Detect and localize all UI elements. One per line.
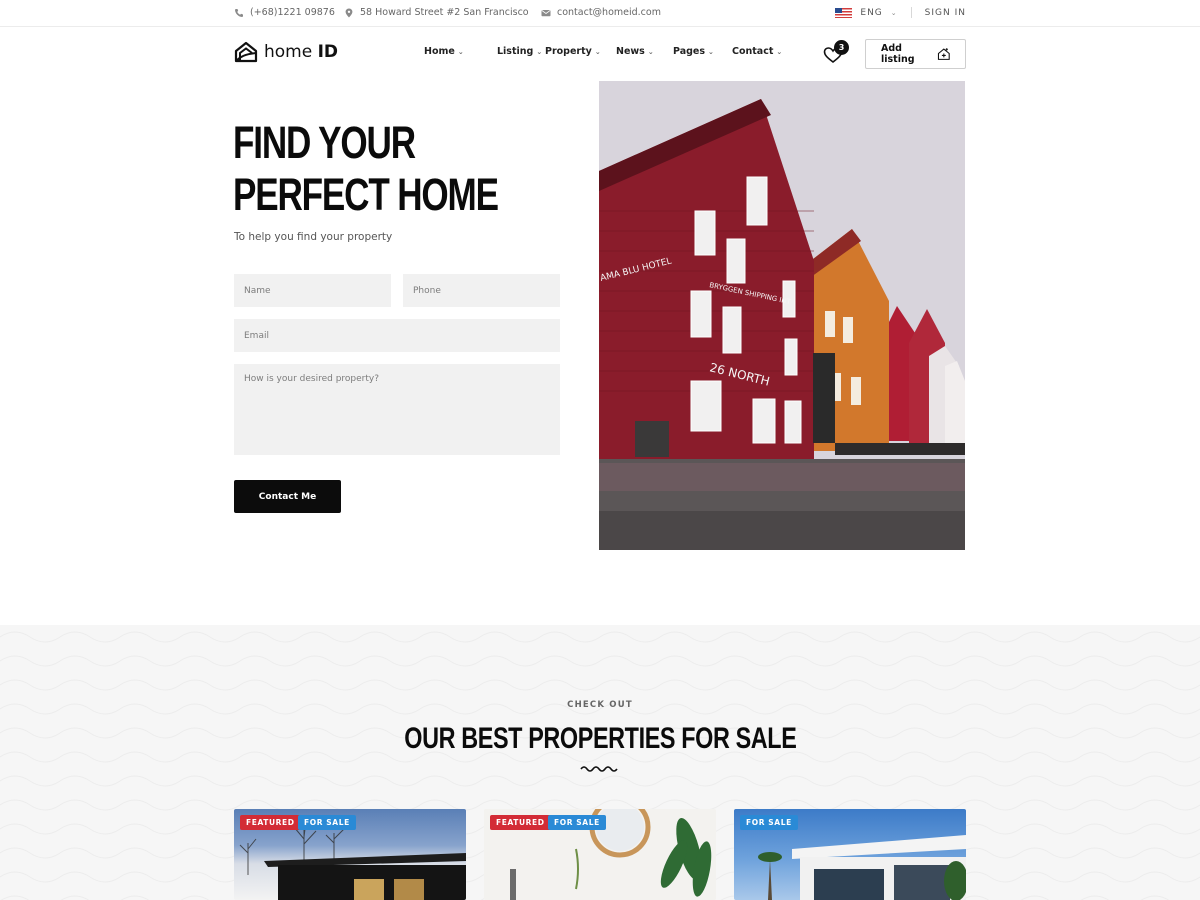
phone-field[interactable] (403, 274, 560, 307)
hero-photo: AMA BLU HOTEL BRYGGEN SHIPPING INT 26 NO… (599, 81, 965, 550)
nav-label: Listing (497, 46, 534, 57)
nav-item-news[interactable]: News ⌄ (616, 46, 673, 57)
chevron-down-icon: ⌄ (776, 47, 783, 56)
featured-tag: FEATURED (240, 815, 301, 830)
nav-item-listing[interactable]: Listing ⌄ (497, 46, 545, 57)
hero-title-line-2: PERFECT HOME (233, 169, 499, 220)
add-home-icon (938, 48, 951, 60)
sign-in-link[interactable]: SIGN IN (925, 8, 966, 18)
property-card[interactable]: FOR SALE (734, 809, 966, 900)
nav-label: News (616, 46, 645, 57)
for-sale-tag: FOR SALE (740, 815, 798, 830)
chevron-down-icon: ⌄ (647, 47, 654, 56)
chevron-down-icon: ⌄ (457, 47, 464, 56)
nav-menu: Home ⌄ Listing ⌄ Property ⌄ News ⌄ Pages ⌄ Co… (424, 46, 782, 57)
add-listing-button[interactable]: Add listing (865, 39, 966, 69)
hero-title: FIND YOUR PERFECT HOME (233, 117, 499, 221)
hero-photo-illustration: AMA BLU HOTEL BRYGGEN SHIPPING INT 26 NO… (599, 81, 965, 550)
envelope-icon (541, 9, 551, 16)
location-pin-icon (345, 8, 353, 17)
chevron-down-icon: ⌄ (594, 47, 601, 56)
wave-divider-icon (580, 766, 618, 772)
property-card[interactable]: FEATURED FOR SALE (484, 809, 716, 900)
chevron-down-icon: ⌄ (708, 47, 714, 56)
divider (910, 7, 912, 18)
section-title-text: OUR BEST PROPERTIES FOR SALE (403, 722, 797, 755)
language-selector[interactable]: ENG (860, 8, 882, 18)
house-logo-icon (234, 41, 258, 63)
topbar-right: ENG ⌄ SIGN IN (835, 7, 966, 18)
contact-me-button[interactable]: Contact Me (234, 480, 341, 513)
nav-item-contact[interactable]: Contact ⌄ (732, 46, 782, 57)
email-field[interactable] (234, 319, 560, 352)
nav-label: Pages (673, 46, 706, 57)
topbar-address: 58 Howard Street #2 San Francisco (344, 7, 529, 18)
hero-subtitle: To help you find your property (234, 231, 393, 243)
nav-label: Home (424, 46, 455, 57)
top-bar: (+68)1221 09876 58 Howard Street #2 San … (0, 0, 1200, 27)
wishlist-count-badge: 3 (834, 40, 849, 55)
featured-tag: FEATURED (490, 815, 551, 830)
topbar-email[interactable]: contact@homeid.com (541, 7, 661, 18)
topbar-phone[interactable]: (+68)1221 09876 (234, 7, 335, 18)
add-listing-label: Add listing (881, 43, 915, 65)
nav-label: Contact (732, 46, 774, 57)
nav-item-pages[interactable]: Pages ⌄ (673, 46, 732, 57)
nav-item-home[interactable]: Home ⌄ (424, 46, 497, 57)
nav-item-property[interactable]: Property ⌄ (545, 46, 616, 57)
chevron-down-icon: ⌄ (536, 47, 543, 56)
for-sale-tag: FOR SALE (298, 815, 356, 830)
section-title: OUR BEST PROPERTIES FOR SALE (0, 722, 1200, 756)
logo-text: home ID (264, 42, 339, 62)
email-text: contact@homeid.com (557, 7, 661, 18)
phone-text: (+68)1221 09876 (250, 7, 335, 18)
logo[interactable]: home ID (234, 40, 338, 64)
property-card[interactable]: FEATURED FOR SALE (234, 809, 466, 900)
name-field[interactable] (234, 274, 391, 307)
chevron-down-icon: ⌄ (890, 8, 898, 17)
section-kicker: CHECK OUT (567, 700, 633, 710)
nav-label: Property (545, 46, 592, 57)
message-field[interactable] (234, 364, 560, 455)
us-flag-icon (835, 7, 853, 18)
main-nav: home ID Home ⌄ Listing ⌄ Property ⌄ News ⌄ P… (0, 28, 1200, 80)
phone-icon (235, 8, 243, 17)
for-sale-tag: FOR SALE (548, 815, 606, 830)
address-text: 58 Howard Street #2 San Francisco (360, 7, 529, 18)
hero-title-line-1: FIND YOUR (233, 117, 416, 168)
